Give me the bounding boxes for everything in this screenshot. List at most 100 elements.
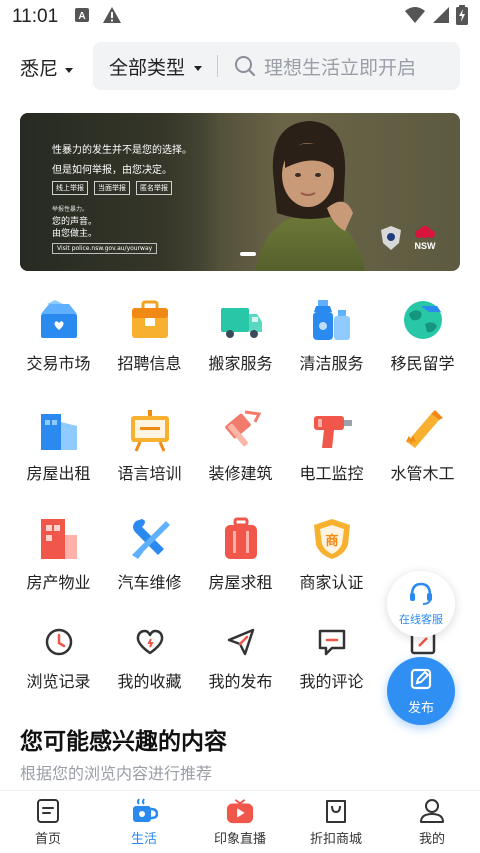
caret-down-icon xyxy=(193,55,203,77)
nav-live[interactable]: 印象直播 xyxy=(192,791,288,853)
category-car-repair[interactable]: 汽车维修 xyxy=(104,517,195,593)
category-label: 水管木工 xyxy=(390,464,455,483)
nav-label: 生活 xyxy=(130,832,157,847)
user-icon xyxy=(418,797,446,825)
my-posts[interactable]: 我的发布 xyxy=(195,626,286,692)
home-doc-icon xyxy=(34,797,62,825)
nsw-text: NSW xyxy=(414,241,436,251)
category-label: 商家认证 xyxy=(299,573,364,592)
caret-down-icon xyxy=(64,57,74,79)
status-time: 11:01 xyxy=(12,6,59,27)
banner-chip: 匿名举报 xyxy=(136,181,172,195)
nav-label: 首页 xyxy=(34,832,61,847)
category-label: 清洁服务 xyxy=(299,354,364,373)
shopping-box-icon xyxy=(37,298,81,342)
nav-label: 折扣商城 xyxy=(309,832,362,847)
my-comments[interactable]: 我的评论 xyxy=(286,626,377,692)
clock-icon xyxy=(43,626,75,658)
category-electrician[interactable]: 电工监控 xyxy=(286,408,377,484)
moving-truck-icon xyxy=(219,298,263,342)
svg-text:商: 商 xyxy=(325,533,338,549)
type-filter[interactable]: 全部类型 xyxy=(93,42,203,90)
recommend-subtitle: 根据您的浏览内容进行推荐 xyxy=(20,764,213,783)
bottom-nav: 首页 生活 印象直播 折扣商城 我的 xyxy=(0,790,480,853)
banner-url: Visit police.nsw.gov.au/yourway xyxy=(52,243,158,254)
banner-chips: 线上举报 当面举报 匿名举报 xyxy=(52,181,172,195)
waratah-icon xyxy=(415,226,435,238)
personal-label: 我的发布 xyxy=(208,672,273,691)
online-service-button[interactable]: 在线客服 xyxy=(387,571,455,637)
personal-label: 我的收藏 xyxy=(117,672,182,691)
banner-page-indicator xyxy=(240,252,256,256)
publish-label: 发布 xyxy=(407,700,434,716)
search-icon[interactable] xyxy=(234,55,256,77)
svg-text:A: A xyxy=(79,11,86,22)
comment-icon xyxy=(316,626,348,658)
police-badge-icon xyxy=(381,226,401,250)
nav-label: 印象直播 xyxy=(213,832,266,847)
saw-icon xyxy=(401,408,445,452)
paper-plane-icon xyxy=(225,626,257,658)
category-label: 搬家服务 xyxy=(208,354,273,373)
apartment-icon xyxy=(37,517,81,561)
category-label: 电工监控 xyxy=(299,464,364,483)
status-bar: 11:01 A xyxy=(0,0,480,34)
live-tv-icon xyxy=(226,797,254,825)
shopping-bag-icon xyxy=(322,797,350,825)
category-label: 房屋求租 xyxy=(208,573,273,592)
category-merchant-verify[interactable]: 商 商家认证 xyxy=(286,517,377,593)
type-filter-label: 全部类型 xyxy=(109,56,186,79)
promo-banner[interactable]: 性暴力的发生并不是您的选择。 但是如何举报，由您决定。 线上举报 当面举报 匿名… xyxy=(20,113,460,271)
personal-label: 我的评论 xyxy=(299,672,364,691)
wrench-screwdriver-icon xyxy=(128,517,172,561)
nav-profile[interactable]: 我的 xyxy=(384,791,480,853)
category-property[interactable]: 房产物业 xyxy=(13,517,104,593)
edit-icon xyxy=(409,667,433,695)
easel-board-icon xyxy=(128,408,172,452)
nav-shop[interactable]: 折扣商城 xyxy=(288,791,384,853)
search-input[interactable]: 理想生活立即开启 xyxy=(264,53,416,80)
battery-charging-icon xyxy=(456,5,468,29)
category-label: 房屋出租 xyxy=(26,464,91,483)
signal-icon xyxy=(432,6,450,28)
publish-button[interactable]: 发布 xyxy=(387,657,455,725)
category-cleaning[interactable]: 清洁服务 xyxy=(286,298,377,374)
notification-a-icon: A xyxy=(74,7,90,27)
banner-small-text: 举报性暴力。 xyxy=(52,206,89,213)
category-jobs[interactable]: 招聘信息 xyxy=(104,298,195,374)
banner-chip: 线上举报 xyxy=(52,181,88,195)
banner-headline: 性暴力的发生并不是您的选择。 xyxy=(52,145,192,156)
category-plumbing[interactable]: 水管木工 xyxy=(377,408,468,484)
banner-person-image xyxy=(255,121,365,271)
nav-home[interactable]: 首页 xyxy=(0,791,96,853)
nav-label: 我的 xyxy=(418,832,445,847)
header: 悉尼 全部类型 理想生活立即开启 xyxy=(0,42,480,92)
category-seek-rent[interactable]: 房屋求租 xyxy=(195,517,286,593)
category-market[interactable]: 交易市场 xyxy=(13,298,104,374)
category-label: 语言培训 xyxy=(117,464,182,483)
divider xyxy=(217,55,219,77)
my-favorites[interactable]: 我的收藏 xyxy=(104,626,195,692)
browse-history[interactable]: 浏览记录 xyxy=(13,626,104,692)
online-service-label: 在线客服 xyxy=(399,613,443,626)
category-label: 招聘信息 xyxy=(117,354,182,373)
heart-icon xyxy=(134,626,166,658)
city-selector[interactable]: 悉尼 xyxy=(20,54,74,81)
banner-chip: 当面举报 xyxy=(94,181,130,195)
category-label: 汽车维修 xyxy=(117,573,182,592)
category-language[interactable]: 语言培训 xyxy=(104,408,195,484)
headset-icon xyxy=(408,581,434,609)
category-immigration[interactable]: 移民留学 xyxy=(377,298,468,374)
category-moving[interactable]: 搬家服务 xyxy=(195,298,286,374)
banner-subheadline: 但是如何举报，由您决定。 xyxy=(52,165,172,176)
nav-life[interactable]: 生活 xyxy=(96,791,192,853)
city-label: 悉尼 xyxy=(20,58,59,80)
category-label: 房产物业 xyxy=(26,573,91,592)
wifi-icon xyxy=(404,6,426,28)
category-renovation[interactable]: 装修建筑 xyxy=(195,408,286,484)
banner-voice-line2: 由您做主。 xyxy=(52,229,98,239)
warning-icon xyxy=(102,6,122,28)
search-bar: 全部类型 理想生活立即开启 xyxy=(93,42,460,90)
coffee-cup-icon xyxy=(130,797,158,825)
category-rent-out[interactable]: 房屋出租 xyxy=(13,408,104,484)
